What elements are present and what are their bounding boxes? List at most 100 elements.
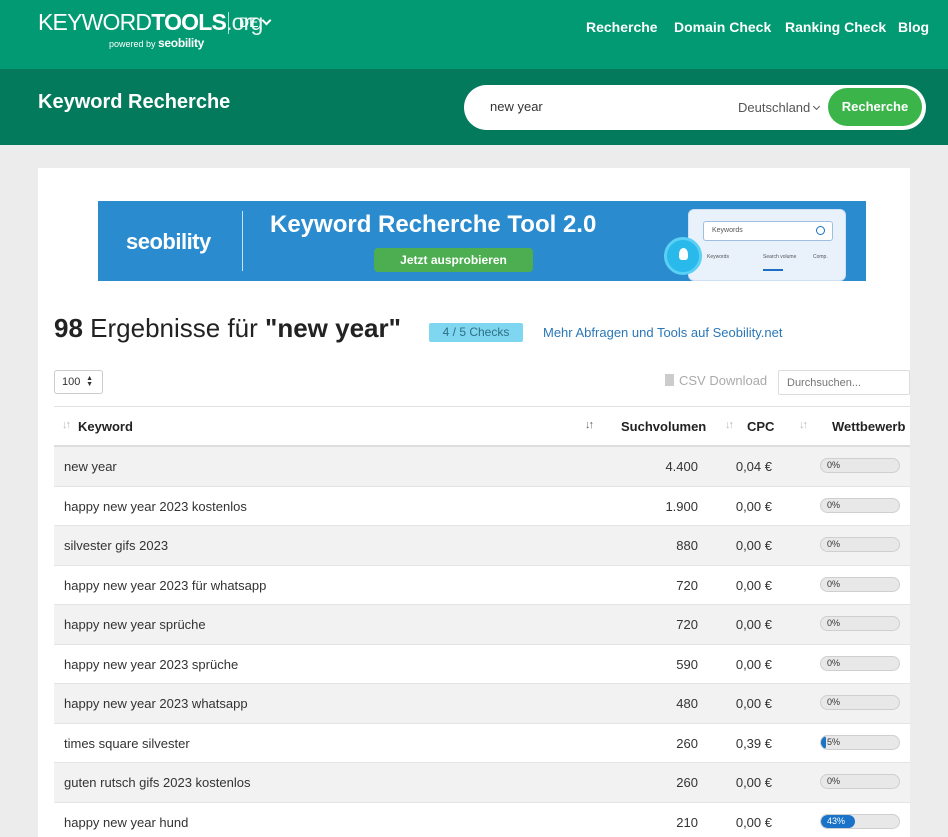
- cell-keyword[interactable]: new year: [64, 459, 117, 474]
- column-header-keyword[interactable]: Keyword: [78, 419, 133, 434]
- logo-keyword: KEYWORD: [38, 9, 152, 35]
- competition-bar: 0%: [820, 774, 900, 789]
- search-button[interactable]: Recherche: [828, 88, 922, 126]
- table-row: guten rutsch gifs 2023 kostenlos 260 0,00 …: [54, 763, 910, 803]
- competition-label: 43%: [827, 815, 846, 826]
- competition-label: 0%: [827, 657, 841, 668]
- country-label: Deutschland: [738, 100, 811, 115]
- competition-bar: 43%: [820, 813, 900, 829]
- cell-keyword[interactable]: happy new year 2023 whatsapp: [64, 696, 248, 711]
- sort-icon[interactable]: ↓↑: [725, 419, 734, 431]
- per-page-value: 100: [62, 376, 81, 388]
- cell-keyword[interactable]: happy new year 2023 sprüche: [64, 657, 238, 672]
- competition-label: 0%: [827, 499, 841, 510]
- banner-cta-button[interactable]: Jetzt ausprobieren: [374, 248, 533, 272]
- competition-bar: 0%: [820, 458, 900, 473]
- cell-cpc: 0,00 €: [735, 498, 772, 514]
- column-header-cpc[interactable]: CPC: [747, 419, 774, 434]
- table-row: happy new year sprüche 720 0,00 € 0%: [54, 605, 910, 645]
- cell-volume: 4.400: [665, 459, 698, 474]
- results-card: seobility Keyword Recherche Tool 2.0 Jet…: [38, 168, 910, 837]
- more-queries-link[interactable]: Mehr Abfragen und Tools auf Seobility.ne…: [543, 325, 782, 340]
- banner-mock-col: Comp.: [813, 254, 828, 260]
- powered-by-brand: seobility: [158, 36, 205, 50]
- table-row: times square silvester 260 0,39 € 5%: [54, 724, 910, 763]
- table-filter-input[interactable]: [778, 370, 910, 395]
- cell-volume: 720: [676, 577, 698, 593]
- competition-bar: 0%: [820, 695, 900, 710]
- checks-badge: 4 / 5 Checks: [429, 323, 523, 342]
- per-page-select[interactable]: 100 ▲ ▼: [54, 370, 103, 394]
- cell-keyword[interactable]: happy new year 2023 für whatsapp: [64, 578, 266, 593]
- cell-cpc: 0,00 €: [735, 617, 772, 632]
- nav-link-recherche[interactable]: Recherche: [586, 19, 658, 35]
- cell-cpc: 0,39 €: [735, 735, 772, 751]
- table-row: happy new year 2023 whatsapp 480 0,00 € 0%: [54, 684, 910, 724]
- csv-download-button[interactable]: CSV Download: [665, 373, 767, 388]
- banner-mock-line: [763, 269, 783, 271]
- csv-download-label: CSV Download: [679, 373, 768, 388]
- language-selector[interactable]: DE: [239, 14, 272, 30]
- cell-cpc: 0,00 €: [735, 577, 772, 593]
- column-header-volume[interactable]: Suchvolumen: [621, 419, 706, 434]
- competition-bar: 5%: [820, 734, 900, 750]
- competition-label: 0%: [827, 460, 841, 470]
- cell-volume: 260: [676, 775, 698, 790]
- top-navigation: KEYWORDTOOLS.org powered by seobility DE…: [0, 0, 948, 69]
- table-row: happy new year 2023 kostenlos 1.900 0,00 €…: [54, 487, 910, 526]
- competition-bar: 0%: [820, 655, 900, 671]
- nav-link-domain-check[interactable]: Domain Check: [674, 19, 771, 35]
- competition-label: 0%: [827, 776, 841, 786]
- banner-title: Keyword Recherche Tool 2.0: [270, 211, 597, 238]
- column-header-competition[interactable]: Wettbewerb: [832, 419, 905, 434]
- search-input[interactable]: [490, 99, 710, 114]
- competition-bar: 0%: [820, 497, 900, 513]
- banner-mock-col: Keywords: [707, 254, 729, 260]
- cell-volume: 260: [676, 735, 698, 751]
- cell-volume: 480: [676, 696, 698, 711]
- cell-keyword[interactable]: happy new year sprüche: [64, 617, 206, 632]
- cell-cpc: 0,04 €: [735, 459, 772, 474]
- table-row: happy new year 2023 für whatsapp 720 0,00 …: [54, 566, 910, 605]
- nav-link-ranking-check[interactable]: Ranking Check: [785, 19, 886, 35]
- cell-cpc: 0,00 €: [735, 656, 772, 672]
- cell-volume: 210: [676, 814, 698, 830]
- table-row: silvester gifs 2023 880 0,00 € 0%: [54, 526, 910, 566]
- table-row: happy new year hund 210 0,00 € 43%: [54, 803, 910, 837]
- nav-link-blog[interactable]: Blog: [898, 19, 929, 35]
- promo-banner[interactable]: seobility Keyword Recherche Tool 2.0 Jet…: [98, 201, 866, 281]
- cell-keyword[interactable]: guten rutsch gifs 2023 kostenlos: [64, 775, 250, 790]
- search-band: Keyword Recherche Deutschland Recherche: [0, 69, 948, 145]
- cell-volume: 720: [676, 617, 698, 632]
- competition-label: 5%: [827, 736, 841, 747]
- table-body: new year 4.400 0,04 €0% happy new year 2023…: [54, 447, 910, 837]
- cell-keyword[interactable]: happy new year 2023 kostenlos: [64, 499, 247, 514]
- banner-divider: [242, 211, 243, 271]
- competition-bar-fill: [821, 735, 826, 749]
- results-heading: 98 Ergebnisse für "new year": [54, 313, 401, 344]
- sort-icon[interactable]: ↓↑: [799, 419, 808, 431]
- competition-bar: 0%: [820, 537, 900, 552]
- cell-keyword[interactable]: times square silvester: [64, 736, 190, 751]
- cell-volume: 1.900: [665, 498, 698, 514]
- cell-keyword[interactable]: happy new year hund: [64, 815, 188, 830]
- competition-label: 0%: [827, 618, 841, 628]
- cell-keyword[interactable]: silvester gifs 2023: [64, 538, 168, 553]
- cell-cpc: 0,00 €: [735, 814, 772, 830]
- cell-cpc: 0,00 €: [735, 775, 772, 790]
- table-row: happy new year 2023 sprüche 590 0,00 € 0%: [54, 645, 910, 684]
- competition-label: 0%: [827, 578, 841, 589]
- results-query: "new year": [265, 313, 401, 343]
- logo-tools: TOOLS: [151, 9, 227, 35]
- table-header: ↓↑ Keyword ↓↑ Suchvolumen ↓↑ CPC ↓↑ Wett…: [54, 406, 910, 447]
- competition-bar: 0%: [820, 576, 900, 592]
- competition-bar: 0%: [820, 616, 900, 631]
- results-count: 98: [54, 313, 83, 343]
- cell-cpc: 0,00 €: [735, 696, 772, 711]
- results-label: Ergebnisse für: [82, 313, 266, 343]
- banner-mock-panel: Keywords Keywords Search volume Comp.: [688, 209, 846, 281]
- sort-icon[interactable]: ↓↑: [62, 419, 71, 431]
- country-selector[interactable]: Deutschland: [738, 100, 821, 115]
- sort-icon[interactable]: ↓↑: [585, 419, 594, 431]
- cell-volume: 590: [676, 656, 698, 672]
